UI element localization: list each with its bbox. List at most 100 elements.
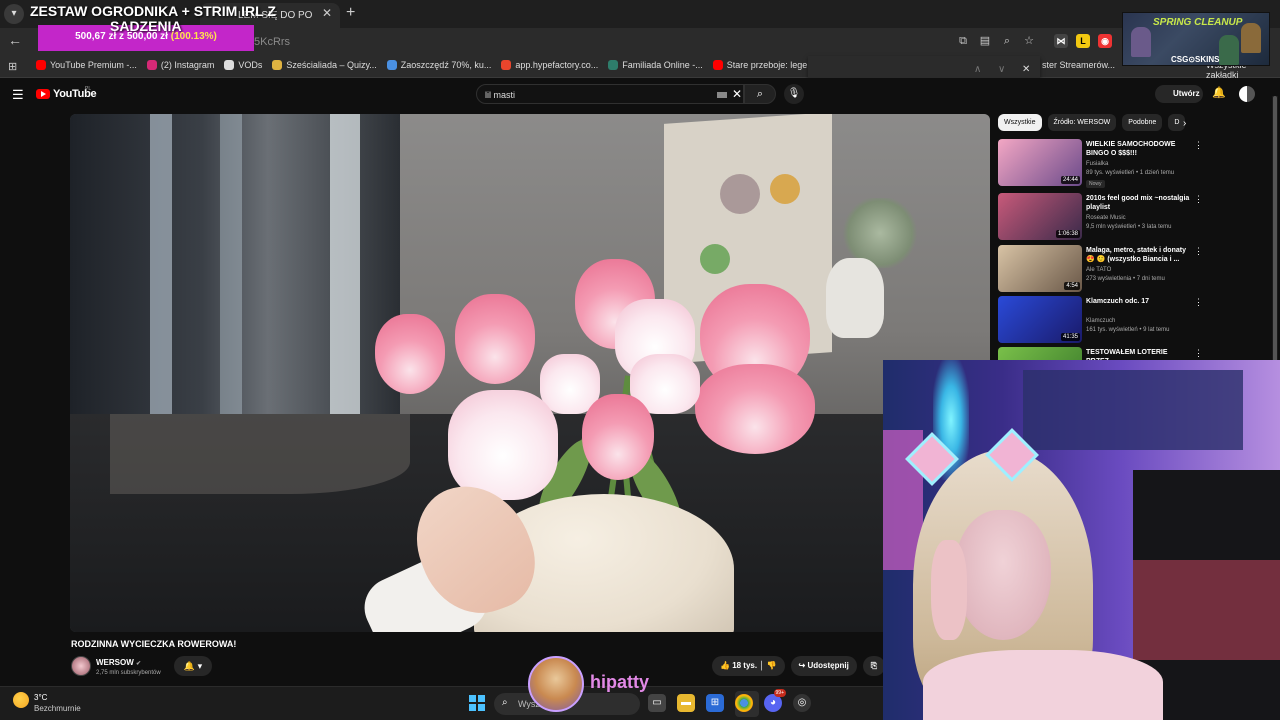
close-tab-icon[interactable]: ✕ [322, 6, 332, 20]
video-title: TESTOWAŁEM LOTERIE PRZEZ [1086, 349, 1168, 360]
notifications-bell-icon[interactable]: 🔔 [1212, 86, 1226, 99]
video-channel: Ale TATO [1086, 267, 1112, 273]
extension-icon[interactable]: ⋈ [1054, 34, 1068, 48]
search-button[interactable]: ⌕ [744, 84, 776, 104]
streamer-dress [923, 650, 1163, 720]
obs-icon[interactable]: ◎ [793, 694, 811, 712]
bookmark-label: Zaoszczędź 70%, ku... [400, 60, 492, 70]
new-badge: Nowy [1086, 180, 1105, 188]
save-button[interactable]: ⎘ [862, 656, 886, 676]
video-thumbnail[interactable]: 4:54 [998, 245, 1082, 292]
bookmark-label: Familiada Online -... [622, 60, 703, 70]
keyboard-icon[interactable] [717, 92, 727, 98]
recommended-video[interactable]: 24:44 WIELKIE SAMOCHODOWE BINGO O $$$!!! F… [998, 139, 1204, 188]
like-count: 18 tys. [732, 661, 758, 670]
bookmark-item[interactable]: Zaoszczędź 70%, ku... [386, 60, 492, 70]
find-prev-icon[interactable]: ∧ [974, 64, 981, 75]
back-arrow-icon[interactable]: ← [8, 32, 22, 48]
ad-brand: CSG⊙SKINS [1171, 55, 1220, 64]
plant-pot [826, 258, 884, 338]
video-meta: 89 tys. wyświetleń • 1 dzień temu [1086, 170, 1175, 176]
find-close-icon[interactable]: ✕ [1022, 64, 1030, 75]
channel-avatar[interactable] [71, 656, 91, 676]
bookmark-item[interactable]: Sześcialiada – Quizy... [272, 60, 377, 70]
more-options-icon[interactable]: ⋮ [1194, 140, 1203, 151]
account-avatar[interactable] [1239, 86, 1255, 102]
bookmark-item[interactable]: app.hypefactory.co... [501, 60, 598, 70]
recommended-video[interactable]: 1:06:38 2010s feel good mix ~nostalgia pl… [998, 193, 1204, 241]
more-options-icon[interactable]: ⋮ [1194, 246, 1203, 257]
microphone-icon[interactable]: 🎙 [784, 84, 804, 104]
video-player[interactable] [70, 114, 990, 632]
weather-temperature[interactable]: 3°C [34, 693, 47, 702]
bookmark-favicon-icon [712, 60, 723, 70]
bookmark-star-icon[interactable]: ☆ [1022, 34, 1036, 48]
bookmark-item[interactable]: (2) Instagram [146, 60, 215, 70]
streamer-hand [931, 540, 967, 640]
video-duration: 41:35 [1060, 333, 1080, 341]
more-options-icon[interactable]: ⋮ [1194, 297, 1203, 308]
goal-percent: (100.13%) [170, 31, 217, 42]
file-explorer-icon[interactable]: ▬ [677, 694, 695, 712]
discord-badge: 99+ [773, 689, 786, 697]
bookmark-item[interactable]: Familiada Online -... [608, 60, 703, 70]
recommended-video[interactable]: 41:35 Klamczuch odc. 17 Klamczuch 161 tys. … [998, 296, 1204, 344]
discord-icon[interactable]: ◕ 99+ [764, 689, 786, 712]
bookmark-item[interactable]: VODs [224, 60, 262, 70]
subscription-bell-button[interactable]: 🔔 ▾ [174, 656, 212, 676]
video-thumbnail[interactable] [998, 347, 1082, 360]
bookmark-item[interactable]: Stare przeboje: lege... [712, 60, 815, 70]
filter-chip[interactable]: Wszystkie [998, 114, 1042, 131]
clear-search-icon[interactable]: ✕ [732, 87, 742, 101]
extension-red-icon[interactable]: ◉ [1098, 34, 1112, 48]
start-button-icon[interactable] [469, 695, 485, 711]
chips-next-icon[interactable]: › [1183, 118, 1186, 129]
filter-chip[interactable]: Źródło: WERSOW [1047, 114, 1117, 131]
sponsor-ad: SPRING CLEANUP CSG⊙SKINS [1122, 12, 1270, 66]
apps-grid-icon[interactable]: ⊞ [8, 60, 17, 73]
install-app-icon[interactable]: ⧉ [956, 34, 970, 48]
video-thumbnail[interactable]: 41:35 [998, 296, 1082, 343]
like-button[interactable]: 👍 18 tys. │ 👎 [712, 656, 785, 676]
weather-sun-icon[interactable] [13, 692, 29, 708]
bookmark-label: VODs [238, 60, 263, 70]
recommended-video[interactable]: 4:54 Malaga, metro, statek i donaty 😍 🙂 (… [998, 245, 1204, 293]
bookmark-item[interactable]: YouTube Premium -... [36, 60, 137, 70]
weather-condition[interactable]: Bezchmurnie [34, 704, 81, 713]
channel-name-text: WERSOW [96, 658, 134, 667]
scrollbar-thumb[interactable] [1273, 96, 1277, 362]
video-channel: Fusialka [1086, 161, 1109, 167]
extensions: ⋈ L ◉ [1054, 34, 1112, 48]
chrome-icon[interactable] [735, 694, 753, 712]
extension-l-icon[interactable]: L [1076, 34, 1090, 48]
filter-chip[interactable]: Podobne [1122, 114, 1163, 131]
search-icon: ⌕ [502, 697, 508, 708]
search-input[interactable]: lil masti ✕ [476, 84, 744, 104]
bookmark-favicon-icon [146, 60, 157, 70]
new-tab-icon[interactable]: + [346, 4, 355, 22]
video-thumbnail[interactable]: 24:44 [998, 139, 1082, 186]
bookmark-label: Stare przeboje: lege... [726, 60, 815, 70]
video-title: Klamczuch odc. 17 [1086, 298, 1150, 305]
ad-title: SPRING CLEANUP [1153, 17, 1243, 28]
bookmark-streamerow[interactable]: ster Streamerów... [1042, 60, 1115, 70]
bookmark-label: (2) Instagram [160, 60, 215, 70]
recommended-video[interactable]: TESTOWAŁEM LOTERIE PRZEZ ⋮ [998, 347, 1204, 360]
share-button[interactable]: ↪ Udostępnij [790, 656, 857, 676]
share-label: Udostępnij [807, 661, 849, 670]
channel-name[interactable]: WERSOW ✔ [96, 658, 141, 667]
dislike-icon[interactable]: 👎 [767, 661, 777, 670]
video-thumbnail[interactable]: 1:06:38 [998, 193, 1082, 240]
reader-mode-icon[interactable]: ▤ [978, 34, 992, 48]
url-field[interactable]: 5KcRrs [254, 36, 290, 48]
more-options-icon[interactable]: ⋮ [1194, 348, 1203, 359]
hamburger-menu-icon[interactable]: ☰ [12, 87, 24, 103]
store-icon[interactable]: ⊞ [706, 694, 724, 712]
task-view-icon[interactable]: ▭ [648, 694, 666, 712]
zoom-icon[interactable]: ⌕ [1000, 34, 1014, 48]
tab-search-icon[interactable]: ▾ [4, 4, 24, 24]
more-options-icon[interactable]: ⋮ [1194, 194, 1203, 205]
find-next-icon[interactable]: ∨ [998, 64, 1005, 75]
create-button[interactable]: Utwórz [1155, 85, 1203, 103]
video-duration: 24:44 [1060, 176, 1080, 184]
